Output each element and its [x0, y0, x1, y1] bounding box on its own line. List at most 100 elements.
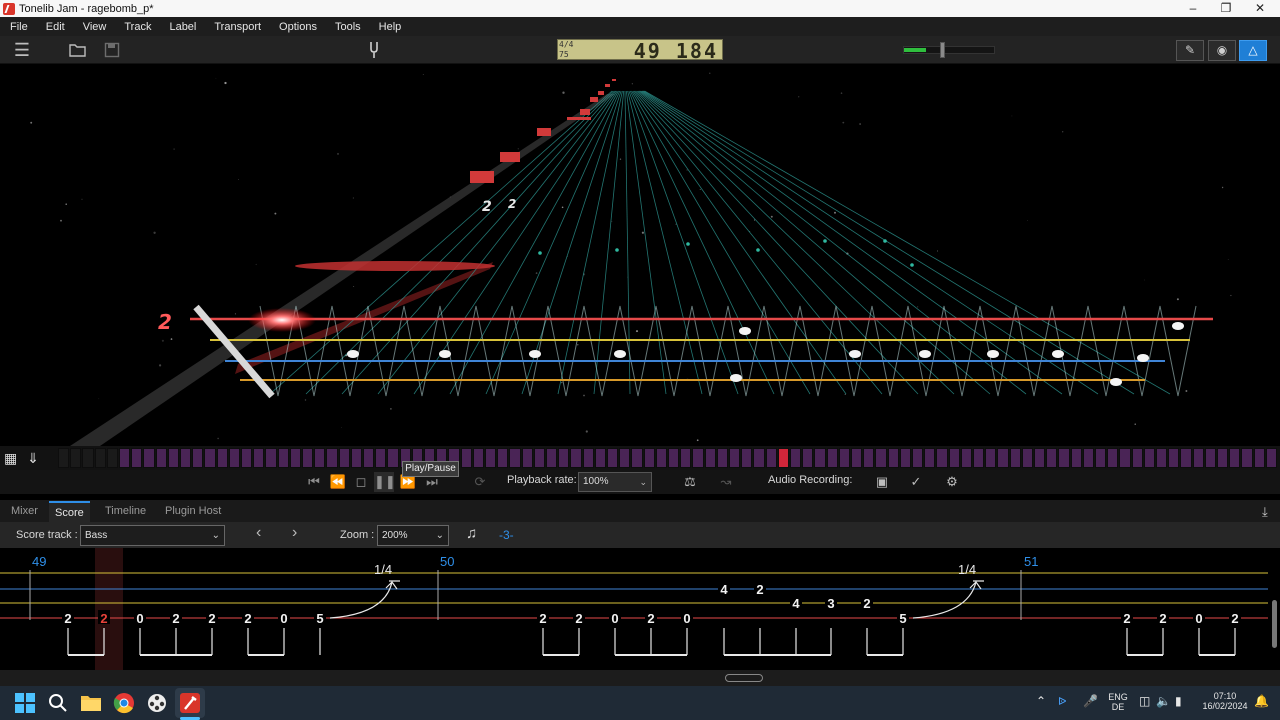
measure-cell[interactable] — [851, 448, 863, 468]
measure-cell[interactable] — [350, 448, 362, 468]
measure-cell[interactable] — [973, 448, 985, 468]
master-volume-slider[interactable] — [903, 42, 995, 58]
show-hidden-icons-icon[interactable]: ⌃ — [1036, 694, 1046, 708]
measure-cell[interactable] — [1143, 448, 1155, 468]
tab-note[interactable]: 5 — [899, 611, 906, 626]
measure-cell[interactable] — [302, 448, 314, 468]
tab-note[interactable]: 0 — [611, 611, 618, 626]
measure-cell[interactable] — [631, 448, 643, 468]
menu-file[interactable]: File — [10, 21, 28, 33]
windows-start-icon[interactable] — [14, 692, 36, 714]
resize-handle[interactable] — [725, 674, 763, 682]
playback-rate-select[interactable]: 100% ⌄ — [578, 472, 652, 492]
tab-note[interactable]: 2 — [172, 611, 179, 626]
measure-cell[interactable] — [582, 448, 594, 468]
measure-cell[interactable] — [509, 448, 521, 468]
measure-cell[interactable] — [558, 448, 570, 468]
measure-cell[interactable] — [716, 448, 728, 468]
menu-options[interactable]: Options — [279, 21, 317, 33]
tab-note[interactable]: 2 — [100, 611, 107, 626]
input-settings-icon[interactable]: ⚙ — [942, 472, 962, 492]
measure-cell[interactable] — [167, 448, 179, 468]
measure-cell[interactable] — [643, 448, 655, 468]
open-folder-icon[interactable] — [66, 36, 90, 67]
tab-note[interactable]: 0 — [683, 611, 690, 626]
measure-cell[interactable] — [1229, 448, 1241, 468]
previous-arrow-icon[interactable]: ‹ — [256, 524, 261, 542]
tuplet-indicator[interactable]: -3- — [499, 528, 514, 542]
measure-cell[interactable] — [82, 448, 94, 468]
tab-note[interactable]: 2 — [1123, 611, 1130, 626]
rewind-icon[interactable]: ⏪ — [328, 472, 348, 492]
measure-cell[interactable] — [1046, 448, 1058, 468]
tab-note[interactable]: 4 — [720, 582, 728, 597]
measure-cell[interactable] — [765, 448, 777, 468]
measure-cell[interactable] — [533, 448, 545, 468]
measure-cell[interactable] — [838, 448, 850, 468]
measure-cell[interactable] — [289, 448, 301, 468]
measure-cell[interactable] — [948, 448, 960, 468]
clock[interactable]: 07:10 16/02/2024 — [1200, 691, 1250, 711]
measure-cell[interactable] — [1156, 448, 1168, 468]
measure-cell[interactable] — [277, 448, 289, 468]
volume-knob[interactable] — [940, 42, 945, 58]
menu-help[interactable]: Help — [379, 21, 402, 33]
3d-mode-button[interactable]: △ — [1239, 40, 1267, 61]
measure-cell[interactable] — [192, 448, 204, 468]
measure-cell[interactable] — [594, 448, 606, 468]
measure-cell[interactable] — [960, 448, 972, 468]
measure-cell[interactable] — [826, 448, 838, 468]
close-button[interactable]: ✕ — [1244, 0, 1276, 17]
measure-cell[interactable] — [1119, 448, 1131, 468]
measure-cell[interactable] — [375, 448, 387, 468]
measure-cell[interactable] — [668, 448, 680, 468]
measure-cell[interactable] — [363, 448, 375, 468]
measure-cell[interactable] — [607, 448, 619, 468]
measure-cell[interactable] — [1168, 448, 1180, 468]
menu-label[interactable]: Label — [169, 21, 196, 33]
measure-cell[interactable] — [265, 448, 277, 468]
measure-cell[interactable] — [936, 448, 948, 468]
measure-cell[interactable] — [1217, 448, 1229, 468]
tab-score[interactable]: Score — [49, 501, 90, 522]
measure-cell[interactable] — [326, 448, 338, 468]
measure-cell[interactable] — [131, 448, 143, 468]
menu-transport[interactable]: Transport — [214, 21, 261, 33]
sort-icon[interactable]: ⇓ — [27, 450, 39, 466]
measure-cell[interactable] — [790, 448, 802, 468]
measure-cell[interactable] — [1107, 448, 1119, 468]
network-icon[interactable]: ◫ — [1139, 694, 1150, 708]
measure-cell[interactable] — [814, 448, 826, 468]
measure-cell[interactable] — [485, 448, 497, 468]
view-mode-button[interactable]: ◉ — [1208, 40, 1236, 61]
measure-cell[interactable] — [887, 448, 899, 468]
measure-cell[interactable] — [106, 448, 118, 468]
zoom-select[interactable]: 200% ⌄ — [377, 525, 449, 546]
measure-cell[interactable] — [472, 448, 484, 468]
battery-icon[interactable]: ▮ — [1175, 694, 1182, 708]
tab-note[interactable]: 0 — [1195, 611, 1202, 626]
bluetooth-icon[interactable]: ᐉ — [1058, 695, 1066, 708]
tab-note[interactable]: 0 — [280, 611, 287, 626]
measure-cell[interactable] — [1095, 448, 1107, 468]
measure-cell[interactable] — [924, 448, 936, 468]
measure-cell[interactable] — [58, 448, 70, 468]
tab-note[interactable]: 2 — [647, 611, 654, 626]
measure-cell[interactable] — [802, 448, 814, 468]
measure-cell[interactable] — [753, 448, 765, 468]
tonelib-jam-taskbar-icon[interactable] — [179, 692, 201, 714]
tab-note[interactable]: 4 — [792, 596, 800, 611]
tab-note[interactable]: 2 — [863, 596, 870, 611]
measure-cell[interactable] — [1204, 448, 1216, 468]
maximize-button[interactable]: ❐ — [1210, 0, 1242, 17]
tab-mixer[interactable]: Mixer — [5, 501, 44, 522]
measure-cell[interactable] — [741, 448, 753, 468]
measure-cell[interactable] — [460, 448, 472, 468]
note-icon[interactable]: ♫ — [466, 525, 477, 542]
tab-note[interactable]: 2 — [64, 611, 71, 626]
notifications-icon[interactable]: 🔔 — [1254, 694, 1269, 708]
tab-note[interactable]: 0 — [136, 611, 143, 626]
stop-icon[interactable]: ◻ — [352, 472, 370, 492]
metronome-icon[interactable]: ⚖ — [680, 472, 700, 492]
tab-note[interactable]: 2 — [244, 611, 251, 626]
